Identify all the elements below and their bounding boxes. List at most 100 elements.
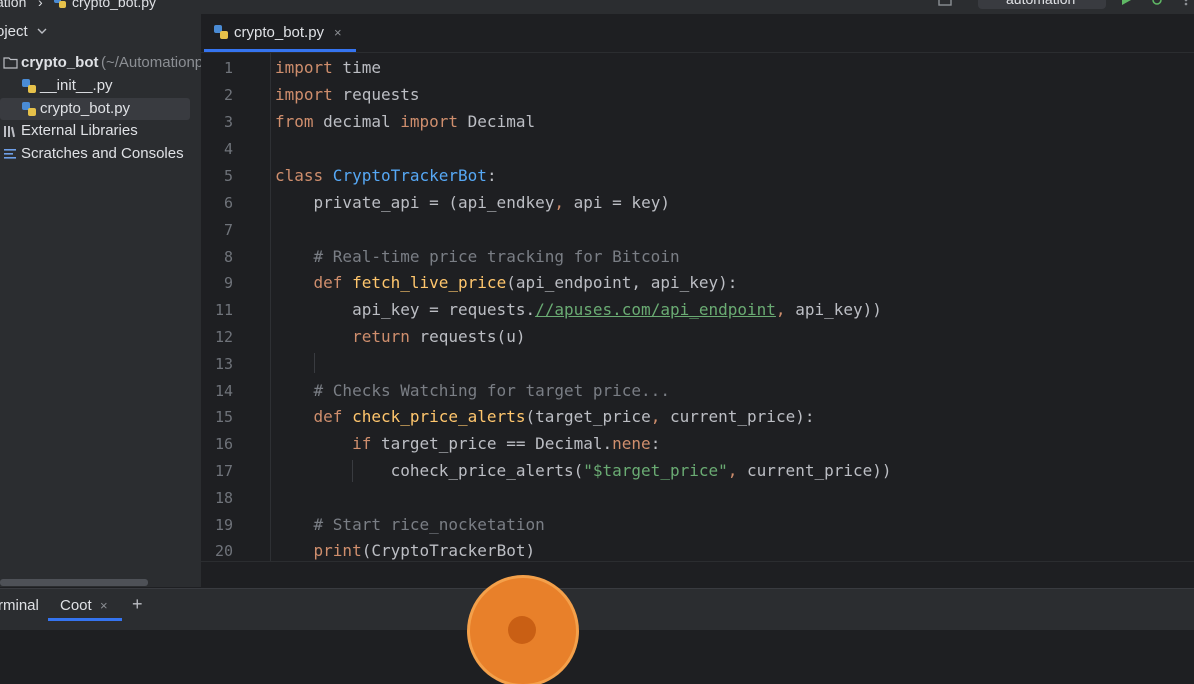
keyword: import (275, 58, 333, 77)
code-text: api = key) (564, 193, 670, 212)
line-number: 5 (223, 167, 233, 185)
add-tab-button[interactable]: + (132, 594, 143, 615)
code-line-8: # Real-time price tracking for Bitcoin (275, 247, 680, 266)
code-text: current_price)) (737, 461, 892, 480)
code-text: : (650, 434, 661, 453)
horizontal-scrollbar[interactable] (0, 579, 148, 586)
tree-item-crypto-bot-file[interactable]: crypto_bot.py (0, 98, 190, 120)
line-number: 16 (214, 435, 233, 453)
code-text: private_api = (api_endkey (275, 193, 555, 212)
code-text: Decimal (458, 112, 536, 131)
active-tab-indicator (48, 618, 122, 621)
tab-coot[interactable]: Coot (60, 597, 92, 614)
editor-footer (201, 562, 1194, 588)
code-line-14: # Checks Watching for target price... (275, 381, 670, 400)
breadcrumb-project[interactable]: ation (0, 0, 26, 10)
punctuation: , (775, 300, 786, 319)
code-text: target_price == Decimal. (371, 434, 613, 453)
python-file-icon (54, 0, 66, 8)
keyword: def (275, 407, 343, 426)
title-bar: ation › crypto_bot.py automation (0, 0, 1194, 14)
code-text: requests(u) (409, 327, 526, 346)
python-file-icon (22, 79, 36, 93)
code-line-12: return requests(u) (275, 327, 525, 346)
scratches-icon (4, 149, 16, 159)
code-text: (CryptoTrackerBot) (361, 541, 536, 560)
indent-guide (314, 353, 315, 373)
string-literal: "$target_price" (583, 461, 728, 480)
code-text: decimal (313, 112, 401, 131)
line-number: 2 (223, 86, 233, 104)
line-number: 3 (223, 113, 233, 131)
code-editor[interactable]: 1 2 3 4 5 6 7 8 9 11 12 13 14 15 16 17 1… (201, 53, 1194, 561)
more-icon[interactable] (1180, 0, 1192, 6)
class-name: CryptoTrackerBot (323, 166, 487, 185)
line-number: 15 (214, 408, 233, 426)
code-line-11: api_key = requests.//apuses.com/api_endp… (275, 300, 882, 319)
code-line-5: class CryptoTrackerBot: (275, 166, 497, 185)
project-panel-title[interactable]: oject (0, 23, 28, 40)
keyword: def (275, 273, 343, 292)
record-button-icon[interactable] (470, 578, 576, 684)
line-number: 8 (223, 248, 233, 266)
folder-path: (~/Automationp (101, 54, 201, 71)
tree-label: External Libraries (21, 122, 138, 139)
keyword: import (400, 112, 459, 131)
line-number: 13 (214, 355, 233, 373)
tab-crypto-bot-py[interactable]: crypto_bot.py × (201, 14, 356, 52)
function-name: check_price_alerts (342, 407, 526, 426)
tree-label: Scratches and Consoles (21, 145, 184, 162)
code-line-2: import requests (275, 85, 420, 104)
code-line-6: private_api = (api_endkey, api = key) (275, 193, 670, 212)
code-text: coheck_price_alerts( (275, 461, 584, 480)
chevron-down-icon[interactable] (37, 28, 47, 35)
keyword: print (275, 541, 362, 560)
python-file-icon (214, 25, 228, 39)
gutter-divider (270, 53, 271, 561)
code-text: current_price): (660, 407, 815, 426)
folder-name: crypto_bot (21, 54, 99, 71)
run-configuration-label: automation (1006, 0, 1075, 7)
line-number: 1 (223, 59, 233, 77)
code-line-1: import time (275, 58, 381, 77)
punctuation: , (554, 193, 564, 212)
punctuation: , (650, 407, 661, 426)
keyword: class (275, 166, 324, 185)
code-line-3: from decimal import Decimal (275, 112, 535, 131)
keyword: if (275, 434, 372, 453)
keyword: import (275, 85, 333, 104)
line-number: 18 (214, 489, 233, 507)
code-line-19: # Start rice_nocketation (275, 515, 545, 534)
tab-label: crypto_bot.py (234, 24, 325, 41)
breadcrumb-file[interactable]: crypto_bot.py (72, 0, 156, 10)
close-icon[interactable]: × (100, 598, 108, 613)
run-configuration-selector[interactable]: automation (978, 0, 1106, 9)
line-number-gutter: 1 2 3 4 5 6 7 8 9 11 12 13 14 15 16 17 1… (201, 53, 269, 561)
code-text: : (486, 166, 497, 185)
run-icon[interactable] (1120, 0, 1132, 6)
code-line-15: def check_price_alerts(target_price, cur… (275, 407, 815, 426)
record-dot (508, 616, 536, 644)
line-number: 9 (223, 274, 233, 292)
line-number: 12 (214, 328, 233, 346)
tab-terminal[interactable]: rminal (0, 597, 39, 614)
code-line-16: if target_price == Decimal.nene: (275, 434, 660, 453)
breadcrumb-separator: › (38, 0, 43, 10)
keyword: return (275, 327, 410, 346)
project-tool-window: oject crypto_bot (~/Automationp __init__… (0, 14, 201, 587)
code-line-9: def fetch_live_price(api_endpoint, api_k… (275, 273, 738, 292)
function-name: fetch_live_price (342, 273, 507, 292)
line-number: 19 (214, 516, 233, 534)
debug-icon[interactable] (1150, 0, 1164, 6)
line-number: 14 (214, 382, 233, 400)
code-text: (target_price (525, 407, 651, 426)
line-number: 17 (214, 462, 233, 480)
punctuation: , (727, 461, 738, 480)
url-link[interactable]: //apuses.com/api_endpoint (535, 300, 776, 319)
editor-tab-bar: crypto_bot.py × (201, 14, 1194, 53)
close-icon[interactable]: × (334, 25, 342, 40)
layout-icon[interactable] (938, 0, 952, 6)
code-text: api_key = requests. (275, 300, 536, 319)
line-number: 7 (223, 221, 233, 239)
python-file-icon (22, 102, 36, 116)
